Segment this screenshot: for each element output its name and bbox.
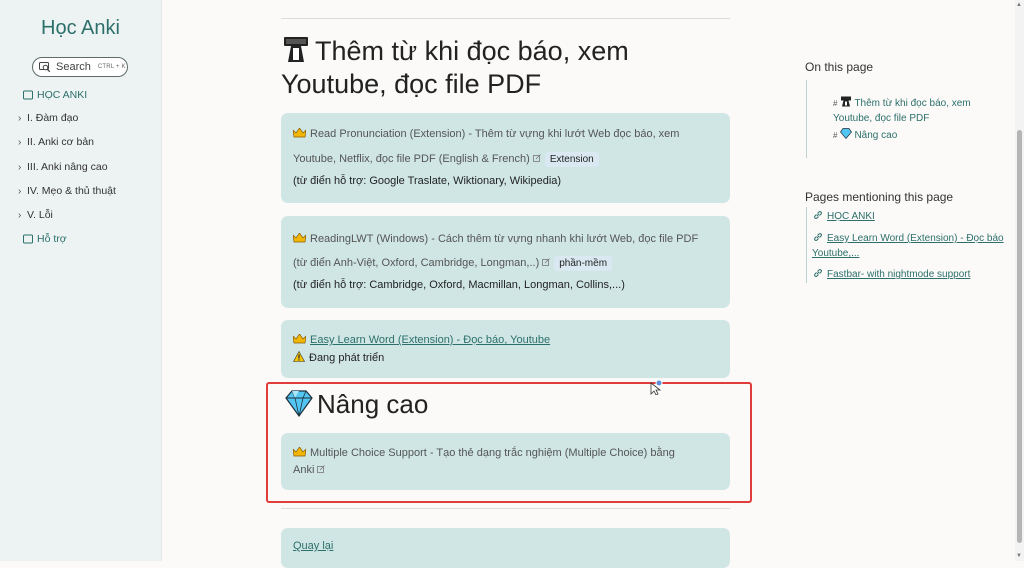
chevron-right-icon: › — [18, 112, 22, 124]
link-icon — [814, 269, 822, 277]
crown-icon — [293, 334, 306, 344]
link-icon — [814, 233, 822, 241]
sidebar-item-meo-thu-thuat[interactable]: › IV. Mẹo & thủ thuật — [18, 185, 116, 197]
sidebar-item-label: III. Anki nâng cao — [27, 161, 108, 173]
search-label: Search — [56, 61, 91, 73]
tag-badge[interactable]: phần-mềm — [554, 256, 613, 271]
card-title-line[interactable]: Read Pronunciation (Extension) - Thêm từ… — [293, 128, 679, 140]
hash-mark: # — [833, 131, 838, 140]
mention-easy-learn-word[interactable]: Easy Learn Word (Extension) - Đọc báo Yo… — [812, 231, 1004, 261]
divider — [281, 18, 730, 19]
card-status: Đang phát triển — [293, 351, 384, 364]
warning-icon — [293, 351, 305, 362]
sidebar-item-ho-tro[interactable]: Hỗ trợ — [23, 233, 67, 245]
sidebar-item-label: I. Đàm đạo — [27, 112, 79, 124]
scroll-down-icon[interactable]: ▼ — [1016, 553, 1022, 559]
toc-heading: On this page — [805, 60, 874, 74]
sidebar-item-anki-co-ban[interactable]: › II. Anki cơ bản — [18, 136, 94, 148]
tag-badge[interactable]: Extension — [544, 152, 599, 167]
card-title-line2[interactable]: (từ điển Anh-Việt, Oxford, Cambridge, Lo… — [293, 256, 613, 271]
chevron-right-icon: › — [18, 136, 22, 148]
hammer-icon — [284, 37, 308, 62]
back-link[interactable]: Quay lại — [293, 540, 333, 552]
mouse-cursor-icon — [650, 379, 663, 395]
card-readinglwt: ReadingLWT (Windows) - Cách thêm từ vựng… — [281, 216, 730, 308]
sidebar: Học Anki Search CTRL + K HỌC ANKI › I. Đ… — [0, 0, 162, 561]
card-title-line[interactable]: Easy Learn Word (Extension) - Đọc báo, Y… — [293, 334, 550, 346]
crown-icon — [293, 128, 306, 138]
card-note: (từ điển hỗ trợ: Cambridge, Oxford, Macm… — [293, 279, 625, 291]
mentions-heading: Pages mentioning this page — [805, 190, 954, 204]
hash-mark: # — [833, 99, 838, 108]
sidebar-item-hoc-anki[interactable]: HỌC ANKI — [23, 89, 87, 101]
easy-learn-word-link[interactable]: Easy Learn Word (Extension) - Đọc báo, Y… — [310, 334, 550, 346]
card-easy-learn-word: Easy Learn Word (Extension) - Đọc báo, Y… — [281, 320, 730, 378]
mention-hoc-anki[interactable]: HỌC ANKI — [813, 209, 875, 224]
card-note: (từ điển hỗ trợ: Google Traslate, Wiktio… — [293, 175, 562, 187]
external-link-icon — [542, 258, 551, 266]
toc-item-them-tu[interactable]: # Thêm từ khi đọc báo, xem Youtube, đọc f… — [833, 96, 971, 126]
divider — [281, 508, 730, 509]
card-title-line2[interactable]: Youtube, Netflix, đọc file PDF (English … — [293, 152, 599, 167]
site-title[interactable]: Học Anki — [0, 17, 161, 40]
page-icon — [23, 234, 33, 244]
card-read-pronunciation: Read Pronunciation (Extension) - Thêm từ… — [281, 113, 730, 203]
page-heading: Thêm từ khi đọc báo, xem Youtube, đọc fi… — [281, 34, 741, 101]
sidebar-item-label: V. Lỗi — [27, 209, 53, 221]
external-link-icon — [532, 154, 541, 162]
scroll-up-icon[interactable]: ▲ — [1016, 2, 1022, 8]
mentions-rail — [806, 207, 807, 283]
toc-item-nang-cao[interactable]: # Nâng cao — [833, 128, 897, 141]
vertical-scrollbar[interactable]: ▲ ▼ — [1015, 0, 1024, 561]
crown-icon — [293, 233, 306, 243]
chevron-right-icon: › — [18, 209, 22, 221]
sidebar-item-dam-dao[interactable]: › I. Đàm đạo — [18, 112, 78, 124]
search-icon — [39, 62, 51, 73]
sidebar-item-loi[interactable]: › V. Lỗi — [18, 209, 53, 221]
sidebar-item-label: HỌC ANKI — [37, 89, 88, 101]
highlight-box — [266, 382, 752, 503]
link-icon — [814, 211, 822, 219]
gem-icon — [840, 128, 853, 139]
card-back: Quay lại — [281, 528, 730, 568]
chevron-right-icon: › — [18, 185, 22, 197]
scrollbar-thumb[interactable] — [1017, 130, 1022, 543]
search-button[interactable]: Search CTRL + K — [32, 57, 128, 77]
back-link-row[interactable]: Quay lại — [293, 540, 333, 552]
sidebar-item-label: IV. Mẹo & thủ thuật — [27, 185, 116, 197]
sidebar-item-label: Hỗ trợ — [37, 233, 67, 245]
chevron-right-icon: › — [18, 161, 22, 173]
search-shortcut: CTRL + K — [97, 64, 126, 70]
page-icon — [23, 90, 33, 100]
sidebar-item-label: II. Anki cơ bản — [27, 136, 95, 148]
mention-fastbar[interactable]: Fastbar- with nightmode support — [813, 267, 970, 282]
toc-rail — [806, 80, 807, 158]
sidebar-item-anki-nang-cao[interactable]: › III. Anki nâng cao — [18, 161, 108, 173]
card-title-line[interactable]: ReadingLWT (Windows) - Cách thêm từ vựng… — [293, 233, 698, 245]
page-heading-text: Thêm từ khi đọc báo, xem Youtube, đọc fi… — [281, 36, 629, 99]
hammer-icon — [841, 96, 852, 107]
